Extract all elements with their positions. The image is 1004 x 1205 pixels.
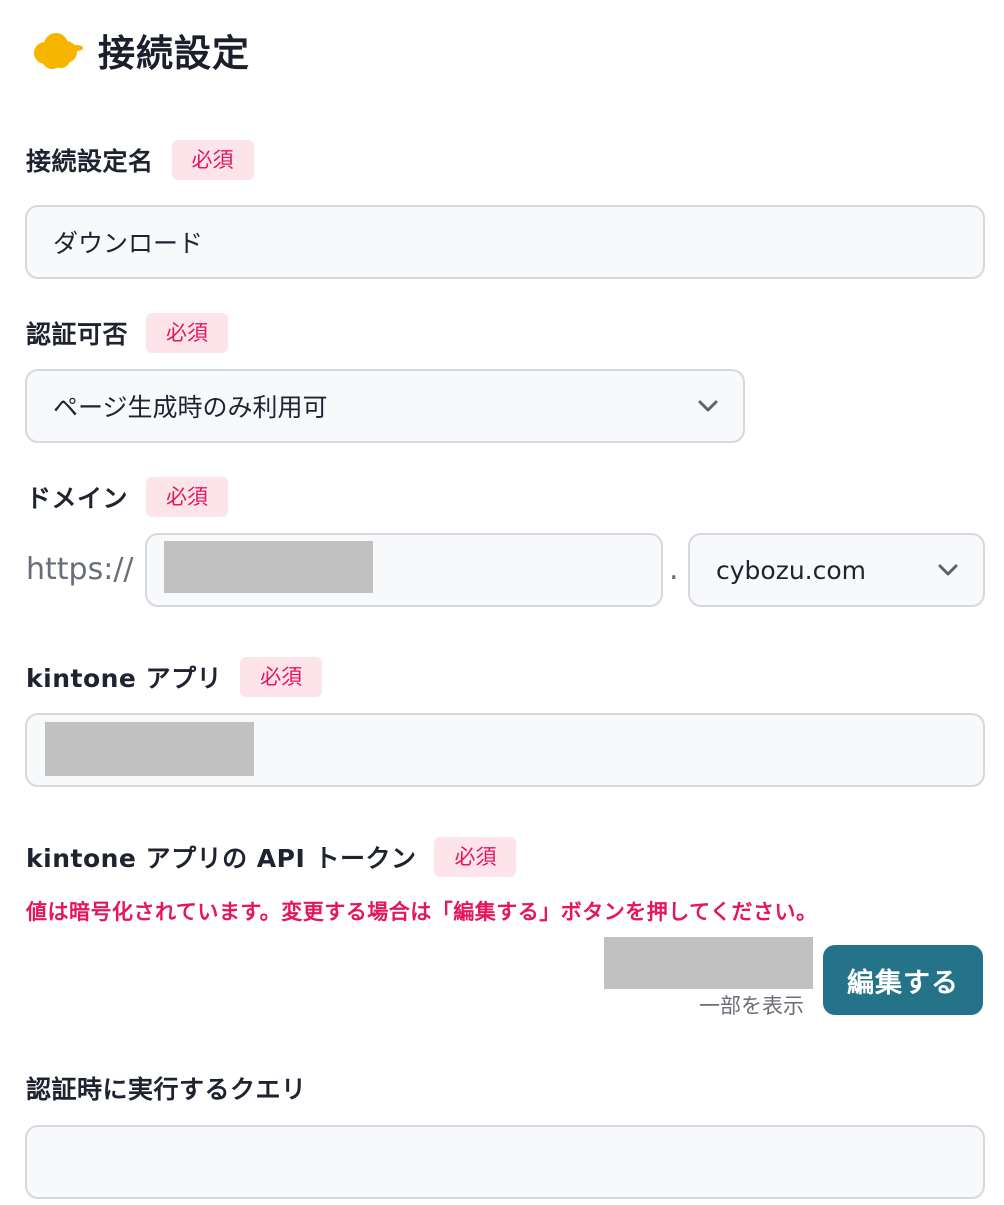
- domain-separator: .: [669, 552, 679, 587]
- connection-settings-page: 接続設定 接続設定名 必須 ダウンロード 認証可否 必須 ページ生成時のみ利用可…: [0, 0, 1004, 1205]
- page-title: 接続設定: [98, 32, 250, 75]
- auth-query-input[interactable]: [25, 1125, 985, 1199]
- kintone-app-input[interactable]: [25, 713, 985, 787]
- api-token-label-row: kintone アプリの API トークン 必須: [26, 837, 517, 877]
- partial-display-hint: 一部を表示: [699, 994, 804, 1018]
- domain-label: ドメイン: [26, 484, 129, 513]
- required-badge: 必須: [146, 313, 229, 353]
- cloud-icon: [34, 33, 83, 69]
- chevron-down-icon: [938, 564, 958, 576]
- subdomain-input[interactable]: [145, 533, 663, 607]
- auth-query-label: 認証時に実行するクエリ: [26, 1075, 307, 1104]
- redacted-api-token: [604, 937, 813, 989]
- page-header: 接続設定: [28, 24, 250, 76]
- connection-name-label: 接続設定名: [26, 147, 154, 176]
- redacted-kintone-app: [45, 722, 254, 776]
- kintone-app-label: kintone アプリ: [26, 664, 223, 693]
- auth-label-row: 認証可否 必須: [26, 313, 229, 353]
- required-badge: 必須: [240, 657, 323, 697]
- kintone-app-label-row: kintone アプリ 必須: [26, 657, 323, 697]
- auth-query-label-row: 認証時に実行するクエリ: [26, 1070, 307, 1106]
- connection-name-input[interactable]: ダウンロード: [25, 205, 985, 279]
- edit-button[interactable]: 編集する: [823, 945, 983, 1015]
- connection-name-value: ダウンロード: [53, 229, 204, 258]
- domain-prefix: https://: [26, 552, 134, 587]
- auth-select[interactable]: ページ生成時のみ利用可: [25, 369, 745, 443]
- domain-label-row: ドメイン 必須: [26, 477, 229, 517]
- api-token-label: kintone アプリの API トークン: [26, 844, 417, 873]
- domain-suffix-value: cybozu.com: [716, 555, 867, 585]
- auth-select-value: ページ生成時のみ利用可: [53, 393, 328, 422]
- required-badge: 必須: [146, 477, 229, 517]
- domain-suffix-select[interactable]: cybozu.com: [688, 533, 985, 607]
- required-badge: 必須: [434, 837, 517, 877]
- redacted-subdomain: [164, 541, 373, 593]
- connection-name-label-row: 接続設定名 必須: [26, 140, 254, 180]
- required-badge: 必須: [171, 140, 254, 180]
- encryption-warning: 値は暗号化されています。変更する場合は「編集する」ボタンを押してください。: [26, 900, 818, 924]
- auth-label: 認証可否: [26, 320, 129, 349]
- chevron-down-icon: [698, 400, 718, 412]
